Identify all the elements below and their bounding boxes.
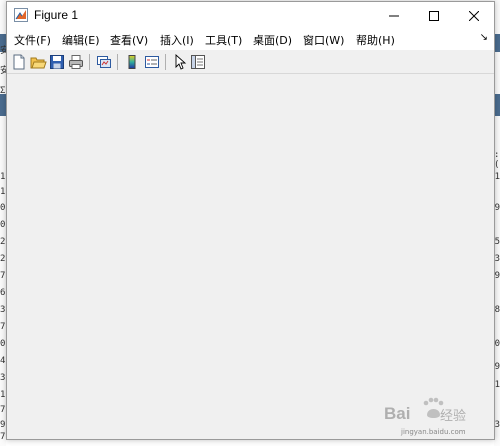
background-text: 2 bbox=[0, 254, 6, 264]
menu-file[interactable]: 文件(F) bbox=[14, 32, 51, 48]
background-text: 9 bbox=[0, 420, 6, 430]
minimize-button[interactable] bbox=[374, 2, 414, 29]
menu-bar: 文件(F) 编辑(E) 查看(V) 插入(I) 工具(T) 桌面(D) 窗口(W… bbox=[7, 29, 494, 50]
menu-view[interactable]: 查看(V) bbox=[110, 32, 148, 48]
menu-desktop[interactable]: 桌面(D) bbox=[253, 32, 292, 48]
minimize-icon bbox=[389, 15, 399, 16]
close-icon bbox=[469, 10, 479, 21]
watermark-subtext: jingyan.baidu.com bbox=[401, 428, 466, 436]
background-text: 7 bbox=[0, 271, 6, 281]
background-text: 2 bbox=[0, 237, 6, 247]
background-text: 3 bbox=[0, 373, 6, 383]
background-text: 1 bbox=[0, 172, 6, 182]
title-bar[interactable]: Figure 1 bbox=[7, 2, 494, 29]
background-text: 4 bbox=[0, 356, 6, 366]
toolbar-separator bbox=[89, 54, 90, 70]
maximize-icon bbox=[429, 10, 439, 21]
figure-toolbar bbox=[7, 50, 494, 74]
menu-window[interactable]: 窗口(W) bbox=[303, 32, 344, 48]
print-figure-icon[interactable] bbox=[67, 53, 85, 71]
background-text: 7 bbox=[0, 432, 6, 442]
background-text: 0 bbox=[0, 220, 6, 230]
edit-plot-pointer-icon[interactable] bbox=[171, 53, 189, 71]
background-text: 3 bbox=[0, 305, 6, 315]
menu-tools[interactable]: 工具(T) bbox=[205, 32, 242, 48]
menu-help[interactable]: 帮助(H) bbox=[356, 32, 395, 48]
watermark-brand: Bai bbox=[384, 404, 411, 423]
watermark-suffix: 经验 bbox=[440, 409, 467, 424]
background-text: 1 bbox=[0, 187, 6, 197]
toolbar-separator bbox=[117, 54, 118, 70]
menu-overflow-arrow-icon[interactable]: ↘ bbox=[480, 32, 488, 43]
insert-colorbar-icon[interactable] bbox=[123, 53, 141, 71]
matlab-logo-icon bbox=[14, 8, 28, 22]
background-text: 7 bbox=[0, 405, 6, 415]
background-text: 6 bbox=[0, 288, 6, 298]
link-plot-icon[interactable] bbox=[95, 53, 113, 71]
background-text: Σ bbox=[0, 86, 6, 96]
window-title: Figure 1 bbox=[34, 8, 79, 22]
insert-legend-icon[interactable] bbox=[143, 53, 161, 71]
new-figure-icon[interactable] bbox=[10, 53, 28, 71]
figure-window: Figure 1 文件(F) 编辑(E) 查看(V) 插入(I) 工具(T) 桌… bbox=[6, 1, 495, 440]
toolbar-separator bbox=[165, 54, 166, 70]
open-file-icon[interactable] bbox=[29, 53, 47, 71]
menu-insert[interactable]: 插入(I) bbox=[160, 32, 194, 48]
background-text: 0 bbox=[0, 339, 6, 349]
maximize-button[interactable] bbox=[414, 2, 454, 29]
open-property-inspector-icon[interactable] bbox=[189, 53, 207, 71]
background-text: 7 bbox=[0, 322, 6, 332]
menu-edit[interactable]: 编辑(E) bbox=[62, 32, 100, 48]
figure-canvas[interactable] bbox=[7, 74, 494, 439]
background-text: 0 bbox=[0, 203, 6, 213]
close-button[interactable] bbox=[454, 2, 494, 29]
save-figure-icon[interactable] bbox=[48, 53, 66, 71]
background-text: 1 bbox=[0, 390, 6, 400]
